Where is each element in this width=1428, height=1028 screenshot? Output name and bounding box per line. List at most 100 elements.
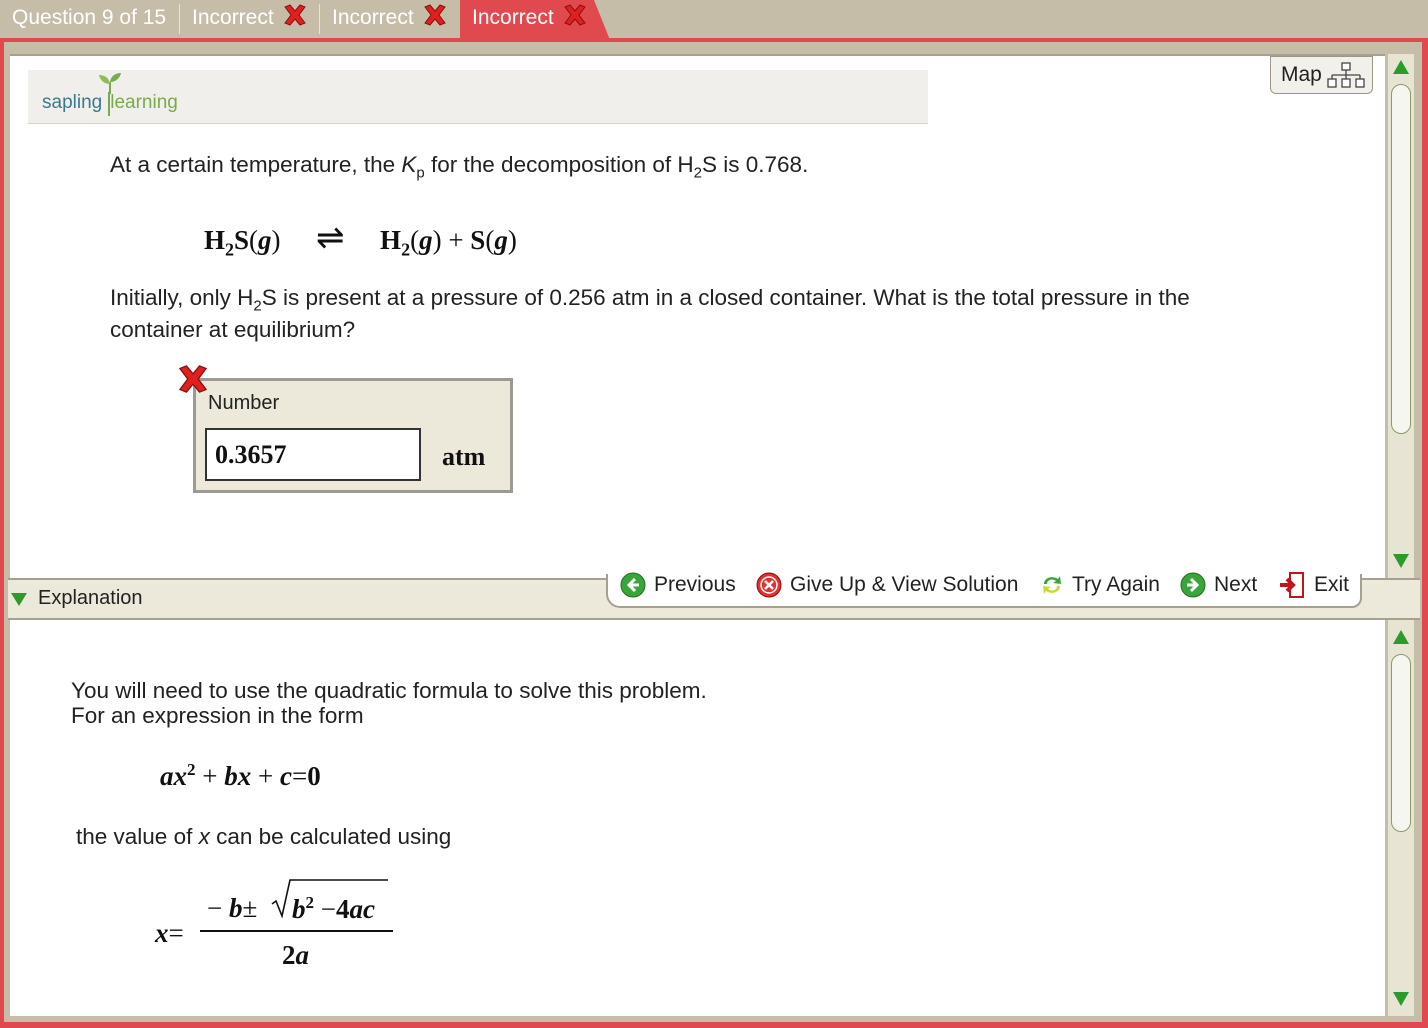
eq-h: H <box>204 225 226 255</box>
math-op: = <box>168 918 184 948</box>
explanation-paragraph-2: For an expression in the form <box>71 703 364 728</box>
formula-radicand: b2 −4ac <box>292 893 375 925</box>
map-tree-icon <box>1327 62 1365 88</box>
give-up-label: Give Up & View Solution <box>790 573 1019 596</box>
triangle-down-icon <box>11 592 27 606</box>
explanation-paragraph-3: the value of x can be calculated using <box>76 824 451 849</box>
math-exponent: 2 <box>187 760 196 779</box>
question-text: for the decomposition of H <box>424 152 694 177</box>
kp-subscript: p <box>416 164 425 182</box>
eq-plus: + <box>448 225 464 255</box>
math-var: x <box>173 761 188 791</box>
subscript: 2 <box>693 164 702 182</box>
explanation-text: the value of <box>76 824 199 849</box>
tab-divider <box>319 4 320 34</box>
math-num: 0 <box>307 761 321 791</box>
formula-numerator: − b± <box>207 893 257 924</box>
eq-sub: 2 <box>225 239 235 260</box>
eq-state: g <box>419 225 433 255</box>
eq-state: g <box>258 225 272 255</box>
try-again-label: Try Again <box>1072 573 1160 596</box>
reaction-equation: H2S(g) ⇌ H2(g) + S(g) <box>204 220 517 260</box>
logo-word-sapling: sapling <box>42 92 103 113</box>
attempt-tab-2[interactable]: Incorrect <box>322 0 458 36</box>
incorrect-x-icon <box>562 2 588 34</box>
arrow-right-circle-icon <box>1180 572 1206 598</box>
logo-divider <box>108 92 110 116</box>
math-var: x <box>155 918 169 948</box>
subscript: 2 <box>253 297 262 315</box>
math-exponent: 2 <box>305 893 315 912</box>
math-var: a <box>160 761 174 791</box>
math-num: 4 <box>335 894 350 924</box>
math-op: = <box>291 761 308 791</box>
tab-divider <box>179 4 180 34</box>
scroll-up-arrow-icon[interactable] <box>1390 626 1412 648</box>
explanation-label: Explanation <box>38 587 143 609</box>
attempt-tab-label: Incorrect <box>472 6 554 29</box>
formula-denominator: 2a <box>282 940 309 971</box>
scrollbar-thumb[interactable] <box>1391 654 1411 832</box>
previous-label: Previous <box>654 573 736 596</box>
refresh-arrows-icon <box>1043 576 1061 594</box>
question-intro: At a certain temperature, the Kp for the… <box>110 152 808 182</box>
quadratic-form-equation: ax2 + bx + c=0 <box>160 760 321 792</box>
question-text: S is present at a pressure of 0.256 atm … <box>261 285 1190 310</box>
math-var: x <box>237 761 252 791</box>
incorrect-x-icon <box>422 2 448 34</box>
scroll-down-arrow-icon[interactable] <box>1390 988 1412 1010</box>
scroll-down-arrow-icon[interactable] <box>1390 550 1412 572</box>
attempt-tab-1[interactable]: Incorrect <box>182 0 318 36</box>
attempt-tab-3-active[interactable]: Incorrect <box>462 0 612 36</box>
previous-button[interactable]: Previous <box>620 572 736 598</box>
math-var: b <box>228 893 243 923</box>
scroll-up-arrow-icon[interactable] <box>1390 56 1412 78</box>
eq-h: H <box>380 225 402 255</box>
answer-input[interactable]: 0.3657 <box>205 428 421 481</box>
eq-state: g <box>494 225 508 255</box>
eq-s: S <box>234 225 250 255</box>
explanation-paragraph-1: You will need to use the quadratic formu… <box>71 678 707 703</box>
stop-circle-x-icon <box>756 572 782 598</box>
math-op: ± <box>242 893 258 923</box>
question-text: Initially, only H <box>110 285 254 310</box>
give-up-button[interactable]: Give Up & View Solution <box>756 572 1018 598</box>
math-var: b <box>292 894 306 924</box>
fraction-bar <box>200 930 393 932</box>
math-op: + <box>202 761 218 791</box>
next-button[interactable]: Next <box>1180 572 1257 598</box>
math-op: + <box>257 761 274 791</box>
kp-symbol: K <box>401 152 417 177</box>
attempt-tab-label: Incorrect <box>332 6 414 29</box>
answer-label: Number <box>208 392 280 414</box>
map-button-label: Map <box>1281 63 1322 86</box>
map-button[interactable]: Map <box>1270 56 1373 94</box>
question-body-line2: container at equilibrium? <box>110 317 356 342</box>
explanation-toggle[interactable]: Explanation <box>10 587 143 610</box>
explanation-scrollbar[interactable] <box>1388 620 1414 1016</box>
math-op: − <box>207 893 223 923</box>
incorrect-x-icon <box>176 362 210 401</box>
question-scrollbar[interactable] <box>1388 54 1414 578</box>
formula-lhs: x= <box>155 918 184 949</box>
math-var: x <box>198 824 210 849</box>
math-var: a <box>295 940 310 970</box>
math-num: 2 <box>282 940 296 970</box>
try-again-button[interactable]: Try Again <box>1040 572 1160 598</box>
question-text: At a certain temperature, the <box>110 152 402 177</box>
scrollbar-thumb[interactable] <box>1391 84 1411 434</box>
eq-sub: 2 <box>401 239 411 260</box>
arrow-left-circle-icon <box>620 572 646 598</box>
answer-unit: atm <box>442 442 486 471</box>
incorrect-x-icon <box>282 2 308 34</box>
math-var: ac <box>349 894 375 924</box>
logo-word-learning: learning <box>110 92 178 113</box>
math-var: c <box>279 761 292 791</box>
equilibrium-arrow: ⇌ <box>316 220 345 257</box>
exit-button[interactable]: Exit <box>1278 572 1349 598</box>
next-label: Next <box>1214 573 1258 596</box>
attempt-tab-label: Incorrect <box>192 6 274 29</box>
explanation-text: can be calculated using <box>209 824 452 849</box>
exit-label: Exit <box>1314 573 1350 596</box>
question-text: S is 0.768. <box>702 152 809 177</box>
